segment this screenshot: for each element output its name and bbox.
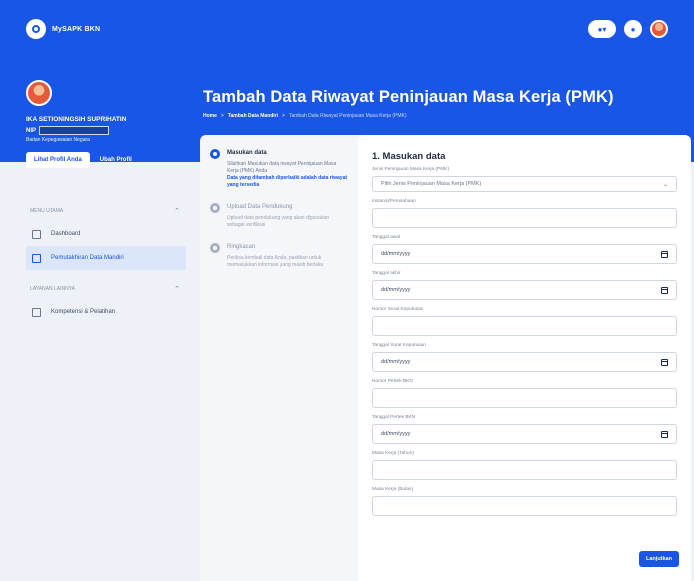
sidebar-section-label: LAYANAN LAINNYA xyxy=(30,286,76,292)
step-3: Ringkasan Periksa kembali data Anda, pas… xyxy=(210,243,356,269)
step-2: Upload Data Pendukung Upload data penduk… xyxy=(210,203,356,229)
profile-panel: IKA SETIONINGSIH SUPRIHATIN NIP Badan Ke… xyxy=(26,80,176,168)
masa-kerja-tahun-input[interactable] xyxy=(372,460,677,480)
tanggal-sk-input[interactable]: dd/mm/yyyy xyxy=(372,352,677,372)
sidebar-item-label: Pemutakhiran Data Mandiri xyxy=(51,255,124,261)
step-active-icon xyxy=(210,149,220,159)
dashboard-icon xyxy=(32,229,41,239)
input-value: dd/mm/yyyy xyxy=(381,287,411,293)
nomor-sk-input[interactable] xyxy=(372,316,677,336)
step-desc: Upload data pendukung yang akan digunaka… xyxy=(227,215,330,228)
step-title: Ringkasan xyxy=(227,244,256,250)
breadcrumb: Home > Tambah Data Mandiri > Tambah Data… xyxy=(203,113,407,119)
sidebar-section-main[interactable]: MENU UTAMA ⌃ xyxy=(26,200,186,222)
sidebar-item-dashboard[interactable]: Dashboard xyxy=(26,222,186,246)
field-label: Tanggal awal xyxy=(372,235,401,240)
sidebar-item-label: Dashboard xyxy=(51,231,81,237)
field-label: Masa Kerja (Tahun) xyxy=(372,451,414,456)
input-value: dd/mm/yyyy xyxy=(381,431,411,437)
bell-icon[interactable]: ● xyxy=(624,20,642,38)
edit-profile-button[interactable]: Ubah Profil xyxy=(100,157,132,163)
field-label: Tanggal Pertek BKN xyxy=(372,415,416,420)
sidebar-item-label: Kompetensi & Pelatihan xyxy=(51,309,116,315)
calendar-icon[interactable] xyxy=(661,286,668,294)
breadcrumb-home[interactable]: Home xyxy=(203,113,217,119)
input-value: dd/mm/yyyy xyxy=(381,251,411,257)
next-button[interactable]: Lanjutkan xyxy=(639,551,679,567)
app-brand[interactable]: MySAPK BKN xyxy=(52,26,100,33)
select-value: Pilih Jenis Peninjauan Masa Kerja (PMK) xyxy=(381,181,482,187)
chevron-down-icon: ⌄ xyxy=(662,181,668,188)
step-title: Upload Data Pendukung xyxy=(227,204,293,210)
user-avatar[interactable] xyxy=(650,20,668,38)
form-title: 1. Masukan data xyxy=(372,151,446,162)
sidebar-section-other[interactable]: LAYANAN LAINNYA ⌃ xyxy=(26,278,186,300)
calendar-icon[interactable] xyxy=(661,358,668,366)
instansi-input[interactable] xyxy=(372,208,677,228)
field-label: Jenis Peninjauan Masa Kerja (PMK) xyxy=(372,167,450,172)
notification-toggle-icon[interactable]: ●▾ xyxy=(588,20,616,38)
breadcrumb-current: Tambah Data Riwayat Peninjauan Masa Kerj… xyxy=(288,113,407,119)
profile-name: IKA SETIONINGSIH SUPRIHATIN xyxy=(26,116,127,123)
steps-panel: Masukan data Silahkan Masukan data riway… xyxy=(200,135,366,581)
step-inactive-icon xyxy=(210,243,220,253)
field-label: Nomor Pertek BKN xyxy=(372,379,413,384)
form-panel: 1. Masukan data Jenis Peninjauan Masa Ke… xyxy=(358,135,691,581)
profile-org: Badan Kepegawaian Negara xyxy=(26,137,90,143)
breadcrumb-separator: > xyxy=(282,113,285,119)
field-label: Tanggal Surat Keputusan xyxy=(372,343,426,348)
jenis-pmk-select[interactable]: Pilih Jenis Peninjauan Masa Kerja (PMK) … xyxy=(372,176,677,192)
step-note: Data yang ditambah diperbaiki adalah dat… xyxy=(227,175,348,188)
step-desc: Periksa kembali data Anda, pastikan untu… xyxy=(227,255,324,268)
chevron-up-icon[interactable]: ⌃ xyxy=(174,285,180,293)
tanggal-akhir-input[interactable]: dd/mm/yyyy xyxy=(372,280,677,300)
breadcrumb-separator: > xyxy=(220,113,224,119)
sidebar-item-pemutakhiran[interactable]: Pemutakhiran Data Mandiri xyxy=(26,246,186,270)
calendar-icon[interactable] xyxy=(661,250,668,258)
masa-kerja-bulan-input[interactable] xyxy=(372,496,677,516)
step-title: Masukan data xyxy=(227,150,267,156)
step-1: Masukan data Silahkan Masukan data riway… xyxy=(210,149,356,189)
nip-label: NIP xyxy=(26,127,37,134)
field-label: Instansi/Perusahaan xyxy=(372,199,416,204)
tanggal-awal-input[interactable]: dd/mm/yyyy xyxy=(372,244,677,264)
chevron-up-icon[interactable]: ⌃ xyxy=(174,207,180,215)
sidebar: MENU UTAMA ⌃ Dashboard Pemutakhiran Data… xyxy=(26,200,186,324)
app-logo-icon[interactable] xyxy=(26,19,46,39)
field-label: Tanggal akhir xyxy=(372,271,401,276)
view-profile-button[interactable]: Lihat Profil Anda xyxy=(26,152,90,168)
field-label: Masa Kerja (Bulan) xyxy=(372,487,414,492)
profile-avatar xyxy=(26,80,52,106)
nip-redacted xyxy=(39,126,110,135)
training-icon xyxy=(32,307,41,317)
top-actions: ●▾ ● xyxy=(588,20,668,38)
page-title: Tambah Data Riwayat Peninjauan Masa Kerj… xyxy=(203,88,614,106)
tanggal-pertek-input[interactable]: dd/mm/yyyy xyxy=(372,424,677,444)
sidebar-section-label: MENU UTAMA xyxy=(30,208,64,214)
step-inactive-icon xyxy=(210,203,220,213)
breadcrumb-tambah-data[interactable]: Tambah Data Mandiri xyxy=(228,113,278,119)
nip-row: NIP xyxy=(26,126,176,135)
step-desc: Silahkan Masukan data riwayat Peninjauan… xyxy=(227,161,337,174)
field-label: Nomor Surat Keputusan xyxy=(372,307,424,312)
calendar-icon[interactable] xyxy=(661,430,668,438)
top-navbar: MySAPK BKN ●▾ ● xyxy=(0,0,694,58)
document-icon xyxy=(32,253,41,263)
sidebar-item-kompetensi[interactable]: Kompetensi & Pelatihan xyxy=(26,300,186,324)
nomor-pertek-input[interactable] xyxy=(372,388,677,408)
input-value: dd/mm/yyyy xyxy=(381,359,411,365)
